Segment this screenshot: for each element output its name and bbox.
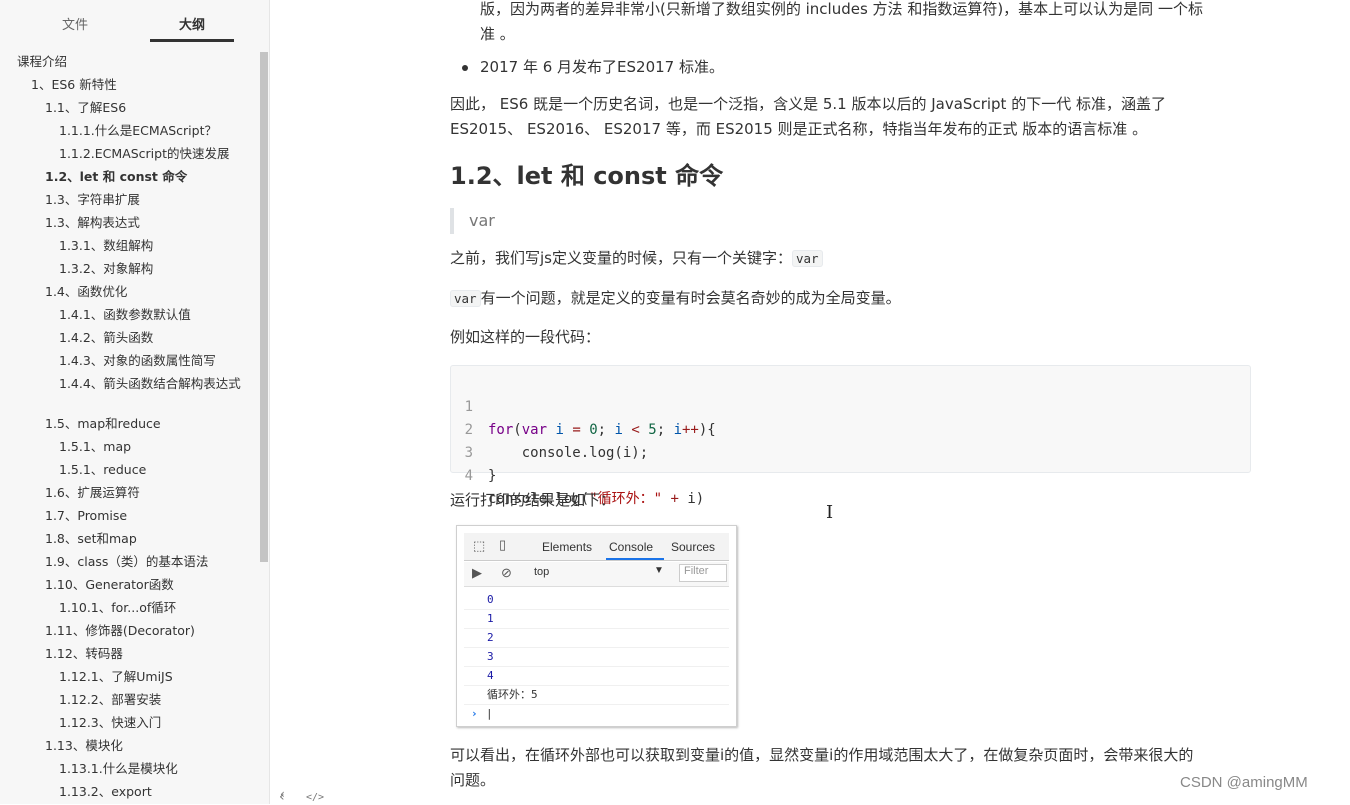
outline-item[interactable]: 1.4、函数优化 [45, 284, 127, 300]
code-line: 3 } [451, 419, 502, 484]
code-line: 4 console.log("循环外：" + i) [451, 442, 705, 507]
code-block[interactable]: 1 for(var i = 0; i < 5; i++){ 2 console.… [450, 365, 1251, 507]
devtools-screenshot: ⬚ ▯ Elements Console Sources ▶ ⊘ top ▼ F… [456, 525, 737, 727]
console-output-row: 3 [464, 647, 729, 667]
sidebar-footer: ‹ [0, 786, 285, 804]
code-line: 2 console.log(i); [451, 396, 649, 461]
paragraph-line: 问题。 [450, 771, 496, 789]
outline-item[interactable]: 1.3.2、对象解构 [59, 261, 153, 277]
sidebar-scrollbar[interactable] [260, 52, 268, 562]
outline-item[interactable]: 1.5、map和reduce [45, 416, 161, 432]
outline-item[interactable]: 1.4.2、箭头函数 [59, 330, 153, 346]
outline-item[interactable]: 1、ES6 新特性 [31, 77, 117, 93]
inline-code: var [450, 290, 481, 307]
sidebar: 文件 大纲 课程介绍 1、ES6 新特性 1.1、了解ES6 1.1.1.什么是ECM… [0, 0, 285, 804]
paragraph: var 有一个问题，就是定义的变量有时会莫名奇妙的成为全局变量。 [450, 286, 901, 311]
text-cursor-icon: I [826, 502, 834, 523]
sidebar-tabs: 文件 大纲 [0, 0, 269, 52]
paragraph-line: 因此， ES6 既是一个历史名词，也是一个泛指，含义是 5.1 版本以后的 Ja… [450, 95, 1166, 113]
outline-item[interactable]: 1.4.1、函数参数默认值 [59, 307, 191, 323]
paragraph-line: 可以看出，在循环外部也可以获取到变量i的值，显然变量i的作用域范围太大了，在做复… [450, 746, 1194, 764]
console-prompt-row: › | [464, 704, 729, 723]
outline-item[interactable]: 1.2、let 和 const 命令 [45, 169, 187, 185]
dropdown-arrow-icon: ▼ [654, 565, 664, 576]
outline-item[interactable]: 1.7、Promise [45, 508, 127, 524]
outline-item[interactable]: 1.3、解构表达式 [45, 215, 140, 231]
outline-item[interactable]: 1.1.2.ECMAScript的快速发展 [59, 146, 230, 162]
console-output-row: 2 [464, 628, 729, 648]
outline-item[interactable]: 课程介绍 [17, 54, 67, 70]
outline-item[interactable]: 1.3、字符串扩展 [45, 192, 140, 208]
devtools-tab-sources: Sources [671, 540, 716, 554]
sidebar-toggle-icon: ▶ [472, 565, 482, 580]
outline-item[interactable]: 1.10.1、for...of循环 [59, 600, 176, 616]
prompt-chevron-icon: › [471, 707, 478, 720]
paragraph-text: 之前，我们写js定义变量的时候，只有一个关键字： [450, 249, 792, 267]
line-number: 4 [464, 468, 473, 484]
outline-item[interactable]: 1.11、修饰器(Decorator) [45, 623, 195, 639]
paragraph: 运行打印的结果是如下： [450, 491, 616, 509]
filter-field: Filter [679, 564, 727, 582]
devtools-console-toolbar: ▶ ⊘ top ▼ Filter [464, 562, 729, 587]
outline-item[interactable]: 1.13.1.什么是模块化 [59, 761, 178, 777]
outline-item[interactable]: 1.12.1、了解UmiJS [59, 669, 173, 685]
inline-code: var [792, 250, 823, 267]
device-toggle-icon: ▯ [499, 537, 507, 552]
clear-console-icon: ⊘ [501, 565, 512, 580]
outline-item[interactable]: 1.12.3、快速入门 [59, 715, 161, 731]
outline-item[interactable]: 1.5.1、reduce [59, 462, 146, 478]
console-output-row: 1 [464, 609, 729, 629]
outline-item[interactable]: 1.6、扩展运算符 [45, 485, 140, 501]
outline-list: 课程介绍 1、ES6 新特性 1.1、了解ES6 1.1.1.什么是ECMAScrip… [0, 54, 258, 804]
watermark: CSDN @amingMM [1180, 774, 1308, 791]
paragraph-line: 版，因为两者的差异非常小(只新增了数组实例的 includes 方法 和指数运算… [480, 0, 1203, 18]
code-icon[interactable]: </> [306, 792, 324, 803]
blockquote-text: var [469, 211, 495, 230]
outline-item[interactable]: 1.9、class（类）的基本语法 [45, 554, 208, 570]
code-text: console.log(i); [488, 445, 649, 461]
outline-item[interactable]: 1.12、转码器 [45, 646, 123, 662]
paragraph-line: 准 。 [480, 25, 515, 43]
outline-item[interactable]: 1.10、Generator函数 [45, 577, 174, 593]
outline-item[interactable]: 1.5.1、map [59, 439, 131, 455]
outline-item[interactable]: 1.12.2、部署安装 [59, 692, 161, 708]
outline-item[interactable]: 1.1.1.什么是ECMAScript？ [59, 123, 217, 139]
caret: | [486, 707, 493, 720]
outline-item[interactable]: 1.4.4、箭头函数结合解构表达式 [59, 376, 249, 392]
devtools-tab-elements: Elements [542, 540, 593, 554]
tab-files[interactable]: 文件 [33, 14, 117, 33]
blockquote: var [450, 208, 495, 234]
paragraph: 之前，我们写js定义变量的时候，只有一个关键字： var [450, 246, 823, 271]
tab-outline[interactable]: 大纲 [150, 14, 234, 33]
outline-item[interactable]: 1.3.1、数组解构 [59, 238, 153, 254]
bullet-item: 2017 年 6 月发布了ES2017 标准。 [480, 58, 724, 76]
console-output-row: 0 [464, 590, 729, 610]
section-heading: 1.2、let 和 const 命令 [450, 162, 724, 190]
outline-item[interactable]: 1.13、模块化 [45, 738, 123, 754]
code-text: for(var i = 0; i < 5; i++){ [488, 422, 716, 438]
bullet-dot [462, 65, 468, 71]
paragraph-text: 有一个问题，就是定义的变量有时会莫名奇妙的成为全局变量。 [480, 289, 901, 307]
console-output-row: 4 [464, 666, 729, 686]
paragraph: 例如这样的一段代码： [450, 328, 601, 346]
outline-item[interactable]: 1.1、了解ES6 [45, 100, 126, 116]
inspect-element-icon: ⬚ [473, 538, 486, 553]
collapse-sidebar-icon[interactable]: ‹ [279, 789, 285, 805]
devtools-active-tab-indicator [606, 558, 664, 560]
devtools-tabbar: ⬚ ▯ Elements Console Sources [464, 533, 729, 561]
outline-item[interactable]: 1.8、set和map [45, 531, 137, 547]
paragraph-line: ES2015、 ES2016、 ES2017 等，而 ES2015 则是正式名称… [450, 120, 1148, 138]
active-tab-indicator [150, 39, 234, 42]
console-output-row: 循环外：5 [464, 685, 729, 705]
code-line: 1 for(var i = 0; i < 5; i++){ [451, 373, 716, 438]
outline-item[interactable]: 1.4.3、对象的函数属性简写 [59, 353, 216, 369]
context-select: top [534, 566, 550, 578]
devtools-tab-console: Console [609, 540, 654, 554]
